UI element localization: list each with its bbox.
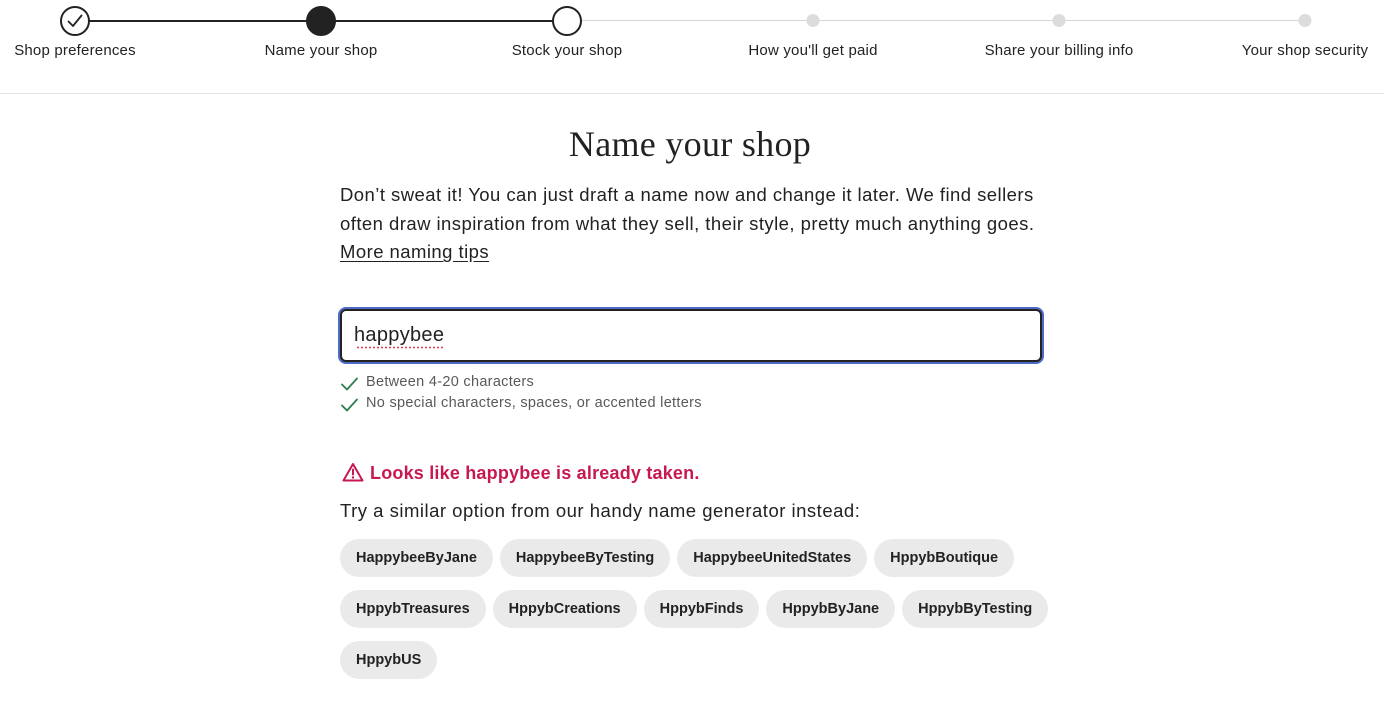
shop-name-input[interactable] <box>342 311 1040 360</box>
step-upcoming-dot <box>1052 14 1066 27</box>
step-label: Your shop security <box>1241 42 1369 59</box>
step-stock-your-shop: Stock your shop <box>447 0 687 70</box>
step-your-shop-security: Your shop security <box>1185 0 1384 70</box>
warning-triangle-icon <box>342 463 364 482</box>
check-icon <box>341 377 358 391</box>
step-share-billing-info: Share your billing info <box>939 0 1179 70</box>
step-label: Name your shop <box>264 42 378 59</box>
more-naming-tips-link[interactable]: More naming tips <box>340 241 489 262</box>
page-description: Don’t sweat it! You can just draft a nam… <box>340 181 1044 267</box>
step-how-youll-get-paid: How you'll get paid <box>693 0 933 70</box>
step-upcoming-dot <box>1298 14 1312 27</box>
step-completed-check-icon <box>60 6 90 36</box>
suggestion-chip[interactable]: HppybBoutique <box>874 539 1015 577</box>
suggestion-intro: Try a similar option from our handy name… <box>340 500 861 521</box>
spellcheck-underline <box>356 346 445 349</box>
description-text: Don’t sweat it! You can just draft a nam… <box>340 184 1035 234</box>
suggestion-chip[interactable]: HappybeeUnitedStates <box>677 539 868 577</box>
suggestion-chip[interactable]: HppybByJane <box>766 590 896 628</box>
step-shop-preferences[interactable]: Shop preferences <box>0 0 195 70</box>
step-label: Stock your shop <box>511 42 623 59</box>
suggestion-chip[interactable]: HppybByTesting <box>902 590 1049 628</box>
page-title: Name your shop <box>568 124 812 164</box>
step-name-your-shop: Name your shop <box>201 0 441 70</box>
requirement-text: Between 4-20 characters <box>366 374 535 390</box>
step-upcoming-dot <box>806 14 820 27</box>
suggestion-chip[interactable]: HappybeeByTesting <box>499 539 671 577</box>
step-label: How you'll get paid <box>748 42 878 59</box>
progress-stepper: Shop preferences Name your shop Stock yo… <box>0 0 1384 94</box>
step-label: Shop preferences <box>14 42 136 59</box>
step-current-dot <box>306 6 336 36</box>
check-icon <box>341 398 358 412</box>
suggestion-chip[interactable]: HppybCreations <box>492 590 637 628</box>
step-next-dot <box>552 6 582 36</box>
suggestion-chip[interactable]: HppybUS <box>340 641 438 679</box>
shop-name-field <box>340 309 1042 362</box>
suggestion-chip[interactable]: HppybTreasures <box>340 590 486 628</box>
requirement-text: No special characters, spaces, or accent… <box>366 395 702 411</box>
error-message: Looks like happybee is already taken. <box>370 463 700 483</box>
step-label: Share your billing info <box>984 42 1134 59</box>
suggestion-chip[interactable]: HppybFinds <box>643 590 760 628</box>
name-suggestions: HappybeeByJane HappybeeByTesting Happybe… <box>340 539 1060 679</box>
suggestion-chip[interactable]: HappybeeByJane <box>340 539 493 577</box>
